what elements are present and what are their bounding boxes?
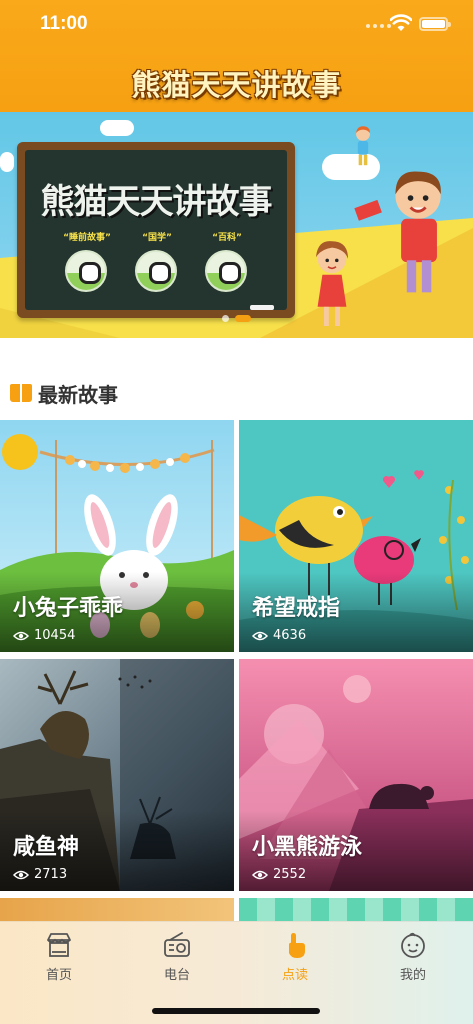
chalkboard: 熊猫天天讲故事 “睡前故事” “国学” “百科” [17,142,295,318]
banner-dot[interactable] [222,315,229,322]
category-guoxue: “国学” [142,233,172,243]
category-thumbnail [65,250,107,292]
shop-icon [47,933,71,957]
tab-label: 首页 [45,968,72,983]
story-title: 希望戒指 [252,596,341,621]
promo-banner[interactable]: 熊猫天天讲故事 “睡前故事” “国学” “百科” [0,112,473,338]
story-views: 10454 [13,628,75,643]
pointer-hand-icon [289,933,305,958]
eye-icon [13,631,29,640]
app-title: 熊猫天天讲故事 [131,68,342,102]
chalkboard-title: 熊猫天天讲故事 [40,182,273,222]
status-bar: 11:00 [0,0,473,50]
category-encyclopedia: “百科” [212,233,242,243]
cloud-decoration [100,120,134,136]
cellular-signal-icon [366,24,391,28]
tab-point-read[interactable]: 点读 [236,930,354,986]
radio-icon [164,932,190,957]
tab-label: 电台 [163,968,190,983]
wifi-icon [390,14,412,31]
tab-home[interactable]: 首页 [0,930,118,986]
baby-face-icon [401,932,425,958]
story-card[interactable]: 小黑熊游泳 2552 [239,659,473,891]
story-card-partial[interactable] [239,898,473,921]
category-thumbnail [205,250,247,292]
story-title: 咸鱼神 [13,835,80,860]
story-title: 小兔子乖乖 [13,596,124,621]
category-bedtime: “睡前故事” [63,233,111,243]
section-title: 最新故事 [38,382,118,407]
view-count: 10454 [34,628,76,643]
tab-label: 我的 [399,968,426,983]
view-count: 4636 [273,628,307,643]
view-count: 2713 [34,867,68,882]
tab-label: 点读 [281,968,308,983]
cartoon-boy-illustration [354,171,441,293]
story-views: 2713 [13,867,67,882]
story-card[interactable]: 小兔子乖乖 10454 [0,420,234,652]
story-card-partial[interactable] [0,898,234,921]
home-indicator[interactable] [152,1008,320,1014]
eye-icon [252,870,268,879]
view-count: 2552 [273,867,307,882]
category-thumbnail [135,250,177,292]
story-card[interactable]: 希望戒指 4636 [239,420,473,652]
eye-icon [13,870,29,879]
banner-dot-active[interactable] [235,315,251,322]
latest-stories-header: 最新故事 [10,378,118,408]
app-header: 11:00 熊猫天天讲故事 [0,0,473,112]
book-icon [10,384,32,402]
story-title: 小黑熊游泳 [252,835,363,860]
cartoon-kid-on-cloud [356,126,370,166]
cloud-decoration [0,152,14,172]
status-time: 11:00 [40,13,88,34]
eye-icon [252,631,268,640]
battery-icon [419,17,451,31]
chalk [250,305,274,310]
story-views: 2552 [252,867,306,882]
tab-mine[interactable]: 我的 [354,930,472,986]
story-views: 4636 [252,628,306,643]
banner-page-indicator[interactable] [222,315,251,322]
tab-radio[interactable]: 电台 [118,930,236,986]
story-card[interactable]: 咸鱼神 2713 [0,659,234,891]
